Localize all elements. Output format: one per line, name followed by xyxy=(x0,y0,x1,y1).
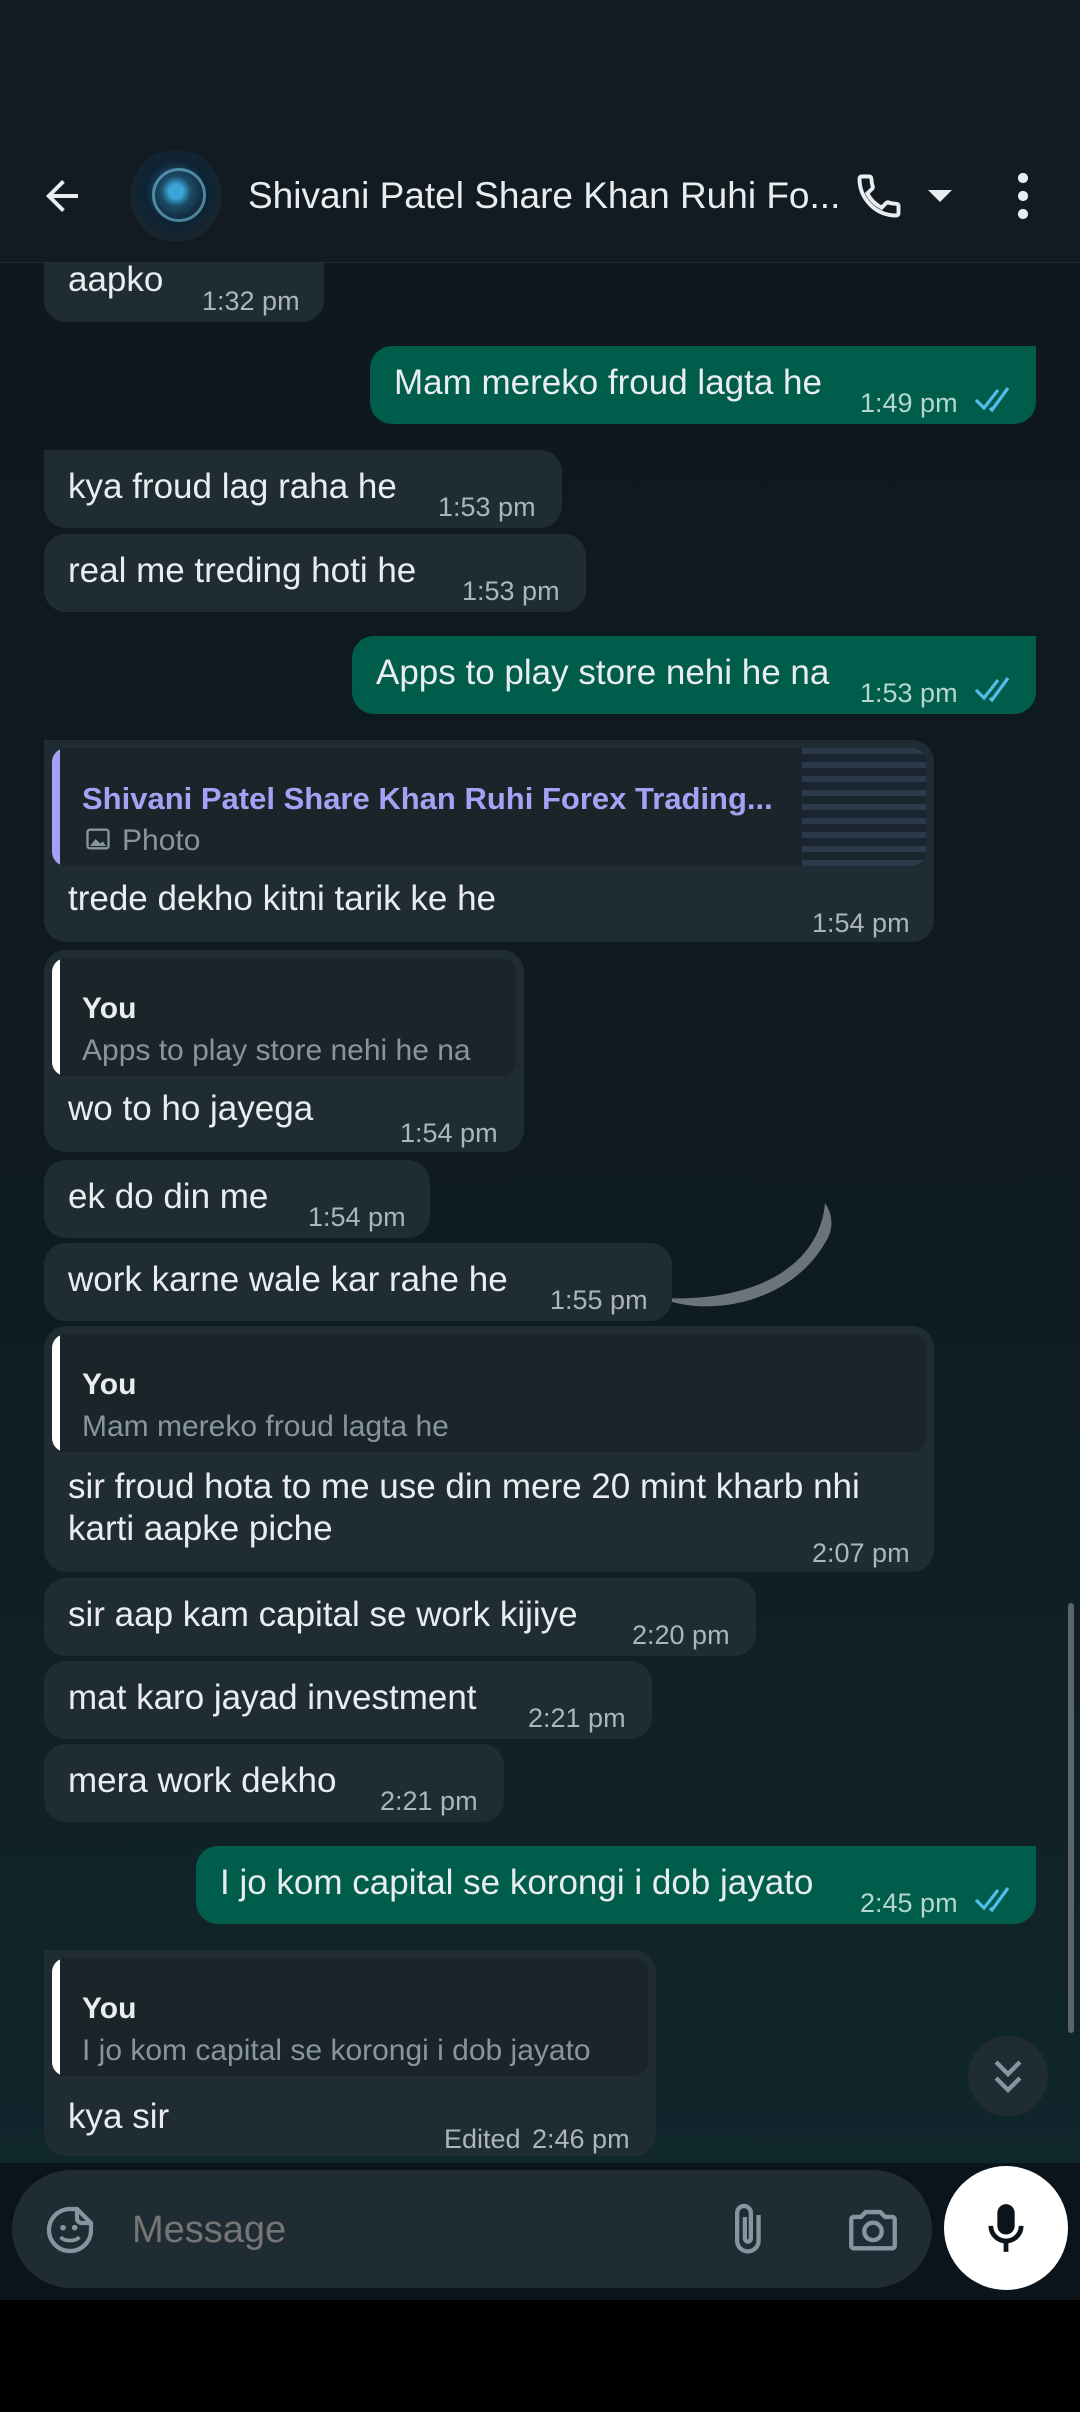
message-bubble[interactable]: ek do din me 1:54 pm xyxy=(44,1160,430,1238)
chat-title[interactable]: Shivani Patel Share Khan Ruhi Fo... xyxy=(248,175,843,217)
quoted-message[interactable]: Shivani Patel Share Khan Ruhi Forex Trad… xyxy=(52,748,926,866)
message-text: ek do din me xyxy=(68,1177,269,1216)
quote-sender: You xyxy=(82,1368,137,1401)
message-bubble[interactable]: real me treding hoti he 1:53 pm xyxy=(44,534,586,612)
message-composer xyxy=(12,2170,932,2288)
message-text: Apps to play store nehi he na xyxy=(376,653,830,692)
message-time: 1:54 pm xyxy=(400,1118,498,1148)
message-bubble[interactable]: kya froud lag raha he 1:53 pm xyxy=(44,450,562,528)
quote-sender: You xyxy=(82,992,137,1025)
message-time: 1:53 pm xyxy=(860,678,958,708)
edited-label: Edited xyxy=(444,2124,521,2154)
message-text: wo to ho jayega xyxy=(68,1089,314,1128)
message-bubble[interactable]: mat karo jayad investment 2:21 pm xyxy=(44,1661,652,1739)
more-vert-icon[interactable] xyxy=(993,166,1053,226)
message-text: sir froud hota to me use din mere 20 min… xyxy=(68,1467,860,1506)
read-ticks-icon xyxy=(974,677,1010,702)
message-time: 2:46 pm xyxy=(532,2124,630,2154)
photo-icon xyxy=(86,828,110,850)
message-input[interactable] xyxy=(130,2200,694,2260)
message-time: 1:55 pm xyxy=(550,1285,648,1315)
chat-header: Shivani Patel Share Khan Ruhi Fo... xyxy=(0,130,1080,263)
message-text: real me treding hoti he xyxy=(68,551,417,590)
quote-sender: You xyxy=(82,1992,137,2025)
voice-record-button[interactable] xyxy=(944,2166,1068,2290)
double-chevron-down-icon xyxy=(994,2060,1022,2094)
message-bubble[interactable]: Mam mereko froud lagta he 1:49 pm xyxy=(370,346,1036,424)
camera-icon[interactable] xyxy=(844,2200,904,2260)
phone-icon[interactable] xyxy=(849,166,909,226)
status-bar xyxy=(0,0,1080,150)
message-text: aapko xyxy=(68,260,164,299)
quote-text: Photo xyxy=(122,824,201,857)
message-time: 2:07 pm xyxy=(812,1538,910,1568)
photo-thumbnail xyxy=(802,748,926,866)
message-text: kya froud lag raha he xyxy=(68,467,397,506)
sticker-emoji-icon[interactable] xyxy=(42,2202,98,2258)
message-bubble[interactable]: mera work dekho 2:21 pm xyxy=(44,1744,504,1822)
message-time: 1:49 pm xyxy=(860,388,958,418)
scroll-to-bottom-button[interactable] xyxy=(968,2036,1048,2116)
message-time: 1:54 pm xyxy=(812,908,910,938)
message-time: 2:45 pm xyxy=(860,1888,958,1918)
message-bubble[interactable]: You I jo kom capital se korongi i dob ja… xyxy=(44,1950,656,2156)
message-time: 2:20 pm xyxy=(632,1620,730,1650)
quoted-message[interactable]: You Apps to play store nehi he na xyxy=(52,958,516,1076)
back-arrow-icon[interactable] xyxy=(22,156,102,236)
scrollbar[interactable] xyxy=(1068,1603,1074,2033)
message-bubble[interactable]: sir aap kam capital se work kijiye 2:20 … xyxy=(44,1578,756,1656)
message-time: 2:21 pm xyxy=(380,1786,478,1816)
message-text: I jo kom capital se korongi i dob jayato xyxy=(220,1863,814,1902)
message-text: mat karo jayad investment xyxy=(68,1678,477,1717)
dropdown-arrow-icon[interactable] xyxy=(915,166,965,226)
message-bubble[interactable]: You Apps to play store nehi he na wo to … xyxy=(44,950,524,1152)
microphone-icon xyxy=(988,2204,1024,2252)
system-nav-bar xyxy=(0,2300,1080,2412)
quote-text: Mam mereko froud lagta he xyxy=(82,1410,449,1443)
message-time: 1:53 pm xyxy=(462,576,560,606)
message-time: 1:54 pm xyxy=(308,1202,406,1232)
message-text: sir aap kam capital se work kijiye xyxy=(68,1595,578,1634)
message-bubble[interactable]: I jo kom capital se korongi i dob jayato… xyxy=(196,1846,1036,1924)
read-ticks-icon xyxy=(974,1887,1010,1912)
quoted-message[interactable]: You Mam mereko froud lagta he xyxy=(52,1334,926,1452)
message-bubble[interactable]: work karne wale kar rahe he 1:55 pm xyxy=(44,1243,672,1321)
message-text: trede dekho kitni tarik ke he xyxy=(68,879,497,918)
message-bubble[interactable]: Shivani Patel Share Khan Ruhi Forex Trad… xyxy=(44,740,934,942)
read-ticks-icon xyxy=(974,387,1010,412)
quote-text: Apps to play store nehi he na xyxy=(82,1034,471,1067)
quote-sender: Shivani Patel Share Khan Ruhi Forex Trad… xyxy=(82,781,773,816)
quote-text: I jo kom capital se korongi i dob jayato xyxy=(82,2034,591,2067)
message-time: 1:53 pm xyxy=(438,492,536,522)
message-time: 1:32 pm xyxy=(202,286,300,316)
message-text: karti aapke piche xyxy=(68,1509,333,1548)
message-bubble[interactable]: aapko 1:32 pm xyxy=(44,260,324,322)
attach-icon[interactable] xyxy=(724,2200,780,2260)
message-bubble[interactable]: You Mam mereko froud lagta he sir froud … xyxy=(44,1326,934,1572)
message-text: Mam mereko froud lagta he xyxy=(394,363,822,402)
quoted-message[interactable]: You I jo kom capital se korongi i dob ja… xyxy=(52,1958,648,2076)
avatar[interactable] xyxy=(130,150,222,242)
message-time: 2:21 pm xyxy=(528,1703,626,1733)
message-text: kya sir xyxy=(68,2097,170,2136)
message-text: mera work dekho xyxy=(68,1761,337,1800)
message-text: work karne wale kar rahe he xyxy=(68,1260,508,1299)
message-bubble[interactable]: Apps to play store nehi he na 1:53 pm xyxy=(352,636,1036,714)
